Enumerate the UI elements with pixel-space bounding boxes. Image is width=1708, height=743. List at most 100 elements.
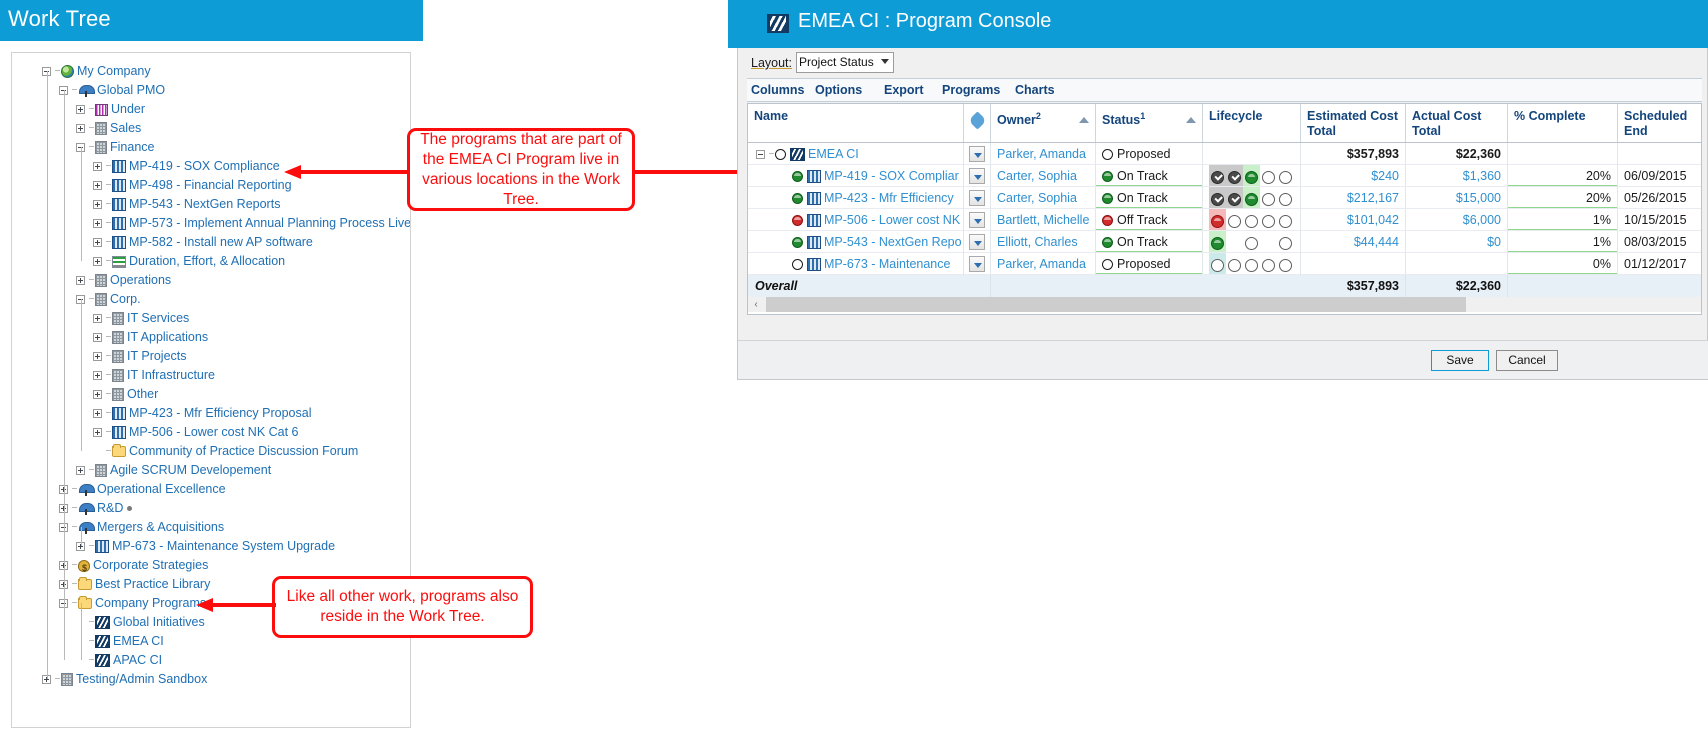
tree-item[interactable]: MP-673 - Maintenance System Upgrade <box>12 537 410 556</box>
lifecycle-stage-pending[interactable] <box>1243 253 1260 274</box>
cell-name[interactable]: EMEA CI <box>748 143 964 165</box>
scroll-left-button[interactable]: ‹ <box>748 297 764 312</box>
tree-item[interactable]: MP-543 - NextGen Reports <box>12 195 410 214</box>
cell-name[interactable]: MP-419 - SOX Compliar <box>748 165 964 187</box>
tree-item[interactable]: MP-582 - Install new AP software <box>12 233 410 252</box>
tree-item[interactable]: Global PMO <box>12 81 410 100</box>
tree-expander-expand-icon[interactable] <box>93 371 102 381</box>
grid-column-header[interactable]: Name <box>748 104 964 142</box>
row-menu-button[interactable] <box>969 146 985 162</box>
tree-item[interactable]: Operations <box>12 271 410 290</box>
table-row[interactable]: MP-419 - SOX Compliar Carter, Sophia On Tr… <box>748 165 1701 187</box>
tree-item[interactable]: IT Services <box>12 309 410 328</box>
cell-owner[interactable]: Carter, Sophia <box>991 187 1096 209</box>
menu-item-export[interactable]: Export <box>884 83 924 97</box>
tree-item[interactable]: MP-423 - Mfr Efficiency Proposal <box>12 404 410 423</box>
row-menu-button[interactable] <box>969 190 985 206</box>
lifecycle-stage-pending[interactable] <box>1277 209 1294 230</box>
grid-column-header[interactable]: Status1 <box>1096 104 1203 142</box>
lifecycle-stage-current-on-track[interactable] <box>1243 165 1260 186</box>
tree-item[interactable]: Corporate Strategies <box>12 556 410 578</box>
menu-item-options[interactable]: Options <box>815 83 862 97</box>
tree-item[interactable]: Community of Practice Discussion Forum <box>12 442 410 461</box>
menu-item-programs[interactable]: Programs <box>942 83 1000 97</box>
tree-expander-expand-icon[interactable] <box>93 219 102 229</box>
lifecycle-stage-pending[interactable] <box>1226 209 1243 230</box>
tree-expander-expand-icon[interactable] <box>93 257 102 267</box>
table-row[interactable]: MP-506 - Lower cost NK Bartlett, Michelle… <box>748 209 1701 231</box>
grid-column-header[interactable]: Lifecycle <box>1203 104 1301 142</box>
table-row[interactable]: MP-543 - NextGen Repo Elliott, Charles On … <box>748 231 1701 253</box>
lifecycle-stage-pending[interactable] <box>1260 253 1277 274</box>
lifecycle-stage-pending[interactable] <box>1277 253 1294 274</box>
lifecycle-stage-pending[interactable] <box>1243 209 1260 230</box>
lifecycle-stage-pending[interactable] <box>1260 165 1277 186</box>
lifecycle-stage-current-off-track[interactable] <box>1209 209 1226 230</box>
row-menu-button[interactable] <box>969 234 985 250</box>
tree-item[interactable]: IT Infrastructure <box>12 366 410 385</box>
lifecycle-stage-pending[interactable] <box>1260 187 1277 208</box>
tree-item[interactable]: MP-506 - Lower cost NK Cat 6 <box>12 423 410 442</box>
grid-column-header[interactable]: Owner2 <box>991 104 1096 142</box>
cell-owner[interactable]: Elliott, Charles <box>991 231 1096 253</box>
tree-item[interactable]: Sales <box>12 119 410 138</box>
layout-select[interactable]: Project Status <box>796 52 894 73</box>
tree-item[interactable]: APAC CI <box>12 651 410 670</box>
lifecycle-stage-complete[interactable] <box>1209 187 1226 208</box>
table-row[interactable]: MP-423 - Mfr Efficiency Carter, Sophia On … <box>748 187 1701 209</box>
programs-grid[interactable]: Name Owner2 Status1 Lifecycle Estimated Cost… <box>747 103 1702 315</box>
lifecycle-stage-complete[interactable] <box>1226 165 1243 186</box>
tree-item[interactable]: Testing/Admin Sandbox <box>12 670 410 689</box>
lifecycle-stage-pending[interactable] <box>1277 231 1294 252</box>
tree-expander-expand-icon[interactable] <box>76 105 85 115</box>
tree-expander-expand-icon[interactable] <box>93 200 102 210</box>
tree-item[interactable]: Under <box>12 100 410 119</box>
cancel-button[interactable]: Cancel <box>1496 350 1558 371</box>
scrollbar-thumb[interactable] <box>766 297 1466 312</box>
tree-expander-expand-icon[interactable] <box>76 276 85 286</box>
tree-expander-expand-icon[interactable] <box>93 238 102 248</box>
grid-horizontal-scrollbar[interactable]: ‹ <box>748 297 1701 312</box>
tree-item[interactable]: My Company <box>12 62 410 81</box>
lifecycle-stage-pending[interactable] <box>1260 209 1277 230</box>
lifecycle-stage-pending[interactable] <box>1243 231 1260 252</box>
cell-owner[interactable]: Carter, Sophia <box>991 165 1096 187</box>
tree-expander-expand-icon[interactable] <box>93 409 102 419</box>
cell-owner[interactable]: Bartlett, Michelle <box>991 209 1096 231</box>
lifecycle-stage-complete[interactable] <box>1209 165 1226 186</box>
grid-column-header[interactable] <box>964 104 991 142</box>
tree-item[interactable]: MP-573 - Implement Annual Planning Proce… <box>12 214 410 233</box>
tree-item[interactable]: IT Projects <box>12 347 410 366</box>
lifecycle-stage-pending[interactable] <box>1277 187 1294 208</box>
tree-expander-expand-icon[interactable] <box>93 181 102 191</box>
lifecycle-stage-pending[interactable] <box>1277 165 1294 186</box>
lifecycle-stage-current-on-track[interactable] <box>1209 231 1226 252</box>
row-collapse-icon[interactable] <box>756 150 765 160</box>
menu-item-charts[interactable]: Charts <box>1015 83 1055 97</box>
tree-expander-expand-icon[interactable] <box>93 428 102 438</box>
lifecycle-stage-complete[interactable] <box>1226 187 1243 208</box>
tree-expander-expand-icon[interactable] <box>93 314 102 324</box>
row-menu-button[interactable] <box>969 168 985 184</box>
tree-expander-expand-icon[interactable] <box>76 466 85 476</box>
cell-owner[interactable]: Parker, Amanda <box>991 143 1096 165</box>
tree-expander-expand-icon[interactable] <box>93 333 102 343</box>
tree-item[interactable]: Mergers & Acquisitions <box>12 518 410 537</box>
tree-expander-expand-icon[interactable] <box>93 352 102 362</box>
tree-item[interactable]: Duration, Effort, & Allocation <box>12 252 410 271</box>
cell-owner[interactable]: Parker, Amanda <box>991 253 1096 275</box>
menu-item-columns[interactable]: Columns <box>751 83 804 97</box>
row-menu-button[interactable] <box>969 212 985 228</box>
tree-item[interactable]: Other <box>12 385 410 404</box>
cell-name[interactable]: MP-423 - Mfr Efficiency <box>748 187 964 209</box>
table-row[interactable]: EMEA CI Parker, Amanda Proposed $357,893 $22… <box>748 143 1701 165</box>
lifecycle-stage-pending[interactable] <box>1226 253 1243 274</box>
cell-name[interactable]: MP-543 - NextGen Repo <box>748 231 964 253</box>
tree-item[interactable]: Finance <box>12 138 410 157</box>
cell-name[interactable]: MP-506 - Lower cost NK <box>748 209 964 231</box>
tree-item[interactable]: R&D <box>12 499 410 518</box>
tree-item[interactable]: Operational Excellence <box>12 480 410 499</box>
tree-expander-expand-icon[interactable] <box>93 162 102 172</box>
lifecycle-stage-current-proposed[interactable] <box>1209 253 1226 274</box>
tree-item[interactable]: Agile SCRUM Developement <box>12 461 410 480</box>
